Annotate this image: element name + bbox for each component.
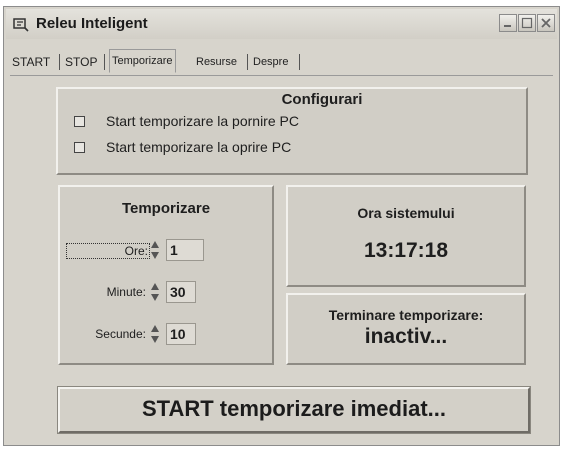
config-option-shutdown[interactable]: Start temporizare la oprire PC bbox=[74, 139, 494, 157]
tab-resurse[interactable]: Resurse bbox=[196, 51, 237, 73]
close-button[interactable] bbox=[537, 14, 555, 32]
config-option-startup[interactable]: Start temporizare la pornire PC bbox=[74, 113, 494, 131]
minutes-input[interactable]: 30 bbox=[166, 281, 196, 303]
tab-despre[interactable]: Despre bbox=[253, 51, 288, 73]
hours-input[interactable]: 1 bbox=[166, 239, 204, 261]
tab-temporizare[interactable]: Temporizare bbox=[109, 49, 176, 73]
tab-start[interactable]: START bbox=[12, 51, 50, 73]
window-title: Releu Inteligent bbox=[36, 15, 148, 32]
seconds-label: Secunde: bbox=[95, 327, 146, 341]
status-value: inactiv... bbox=[364, 325, 448, 348]
seconds-input[interactable]: 10 bbox=[166, 323, 196, 345]
shutdown-checkbox-label: Start temporizare la oprire PC bbox=[106, 139, 292, 155]
timer-title: Temporizare bbox=[121, 200, 211, 217]
hours-label: Ore: bbox=[66, 243, 150, 259]
config-panel: Configurari Start temporizare la pornire… bbox=[56, 87, 528, 175]
minimize-button[interactable] bbox=[499, 14, 517, 32]
tab-separator bbox=[59, 54, 60, 70]
app-window: Releu Inteligent START STOP Temporizare … bbox=[3, 6, 560, 446]
minimize-icon bbox=[504, 25, 511, 27]
hours-spin-arrows-icon[interactable] bbox=[150, 239, 160, 261]
startup-checkbox-label: Start temporizare la pornire PC bbox=[106, 113, 299, 129]
relay-app-icon bbox=[13, 18, 29, 32]
status-title: Terminare temporizare: bbox=[328, 307, 484, 323]
minutes-label: Minute: bbox=[106, 285, 146, 299]
shutdown-checkbox[interactable] bbox=[74, 142, 85, 153]
timer-panel: Temporizare Ore: 1 Minute: 30 Secunde: 1… bbox=[58, 185, 274, 365]
startup-checkbox[interactable] bbox=[74, 116, 85, 127]
seconds-spin-arrows-icon[interactable] bbox=[150, 323, 160, 345]
tab-bar: START STOP Temporizare Resurse Despre bbox=[10, 49, 553, 76]
timer-status-panel: Terminare temporizare: inactiv... bbox=[286, 293, 526, 365]
system-clock-panel: Ora sistemului 13:17:18 bbox=[286, 185, 526, 287]
clock-time: 13:17:18 bbox=[363, 239, 449, 262]
tab-separator bbox=[247, 54, 248, 70]
maximize-icon bbox=[521, 17, 533, 29]
start-timer-now-button[interactable]: START temporizare imediat... bbox=[58, 387, 530, 433]
tab-separator bbox=[104, 54, 105, 70]
clock-title: Ora sistemului bbox=[357, 205, 455, 221]
minutes-spin-arrows-icon[interactable] bbox=[150, 281, 160, 303]
maximize-button[interactable] bbox=[518, 14, 536, 32]
title-bar[interactable]: Releu Inteligent bbox=[6, 9, 557, 39]
config-title: Configurari bbox=[281, 91, 363, 108]
tab-stop[interactable]: STOP bbox=[65, 51, 97, 73]
tab-separator bbox=[299, 54, 300, 70]
close-icon bbox=[541, 18, 551, 28]
